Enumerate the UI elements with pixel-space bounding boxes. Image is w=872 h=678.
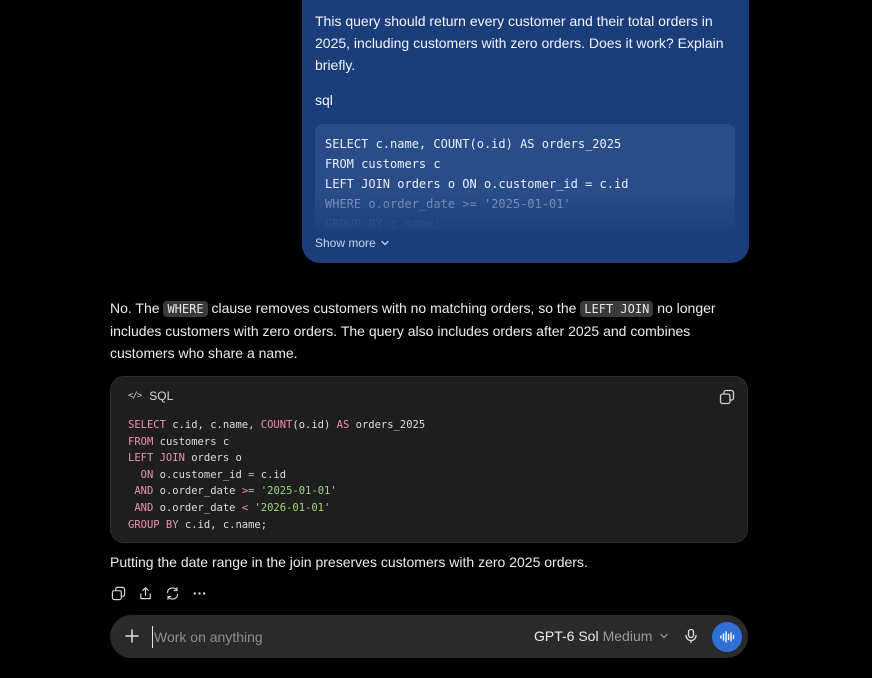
user-message-text: This query should return every customer … [315, 13, 724, 73]
chat-page: This query should return every customer … [0, 0, 872, 678]
plus-icon[interactable] [124, 628, 140, 644]
prompt-input[interactable] [152, 626, 504, 648]
user-code-line: LEFT JOIN orders o ON o.customer_id = c.… [325, 177, 629, 191]
code-language-label: SQL [149, 389, 174, 403]
user-message-bubble: This query should return every customer … [302, 0, 749, 263]
assistant-text-part: No. The [110, 300, 164, 316]
user-code-line: WHERE o.order_date >= '2025-01-01' [325, 197, 571, 211]
inline-code-where: WHERE [163, 301, 208, 317]
code-icon: </> [128, 391, 142, 401]
copy-icon [111, 586, 125, 600]
user-code-line: GROUP BY c.name; [325, 217, 441, 231]
user-code-line: FROM customers c [325, 157, 441, 171]
more-horizontal-icon [193, 591, 205, 595]
code-content: SELECT c.id, c.name, COUNT(o.id) AS orde… [128, 419, 426, 531]
chevron-down-icon [381, 240, 389, 246]
assistant-text-part: clause removes customers with no matchin… [207, 300, 581, 316]
assistant-message-text: No. The WHERE clause removes customers w… [110, 297, 750, 364]
voice-mode-button[interactable] [712, 622, 742, 652]
code-block-header: </> SQL [128, 389, 173, 403]
microphone-icon[interactable] [683, 628, 699, 644]
chevron-down-icon [660, 633, 669, 639]
user-code-language: sql [315, 92, 333, 108]
user-code-line: SELECT c.name, COUNT(o.id) AS orders_202… [325, 137, 622, 151]
message-composer: GPT-6 Sol Medium [110, 615, 748, 658]
reasoning-effort: Medium [602, 628, 653, 644]
message-actions [110, 585, 207, 601]
inline-code-left-join: LEFT JOIN [580, 301, 654, 317]
regenerate-button[interactable] [164, 585, 180, 601]
sql-code-block: </> SQL SELECT c.id, c.name, COUNT(o.id)… [110, 376, 748, 543]
user-code-snippet: SELECT c.name, COUNT(o.id) AS orders_202… [315, 124, 735, 231]
model-selector[interactable]: GPT-6 Sol Medium [534, 628, 669, 644]
share-icon [139, 586, 151, 599]
copy-message-button[interactable] [110, 585, 126, 601]
more-options-button[interactable] [191, 585, 207, 601]
model-name: GPT-6 Sol [534, 628, 599, 644]
refresh-icon [166, 586, 178, 600]
show-more-button[interactable]: Show more [315, 236, 390, 250]
waveform-icon [720, 631, 735, 643]
share-button[interactable] [137, 585, 153, 601]
assistant-summary-text: Putting the date range in the join prese… [110, 554, 588, 570]
copy-code-button[interactable] [719, 389, 735, 405]
show-more-label: Show more [315, 236, 376, 250]
